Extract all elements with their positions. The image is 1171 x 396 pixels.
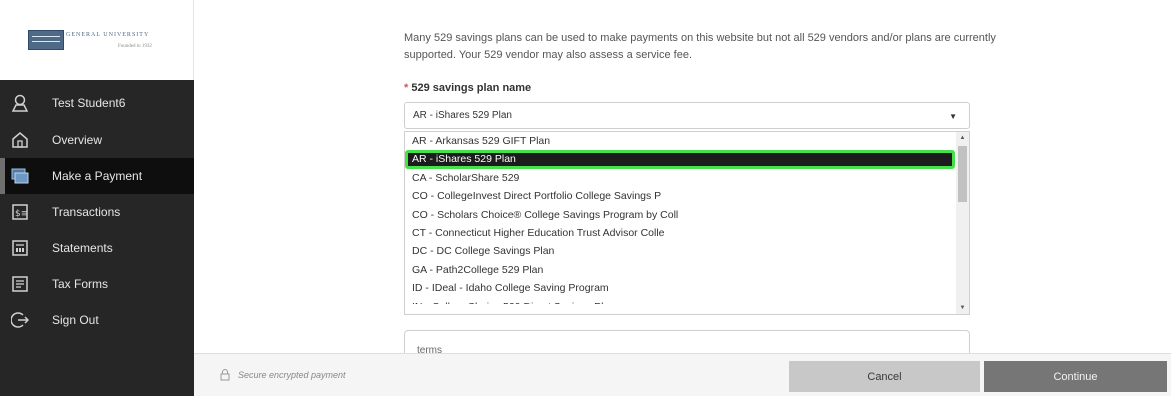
- tax-forms-icon: [10, 274, 30, 294]
- university-crest-icon: [28, 30, 64, 50]
- plan-name-select[interactable]: AR - iShares 529 Plan ▼: [404, 102, 970, 129]
- plan-option[interactable]: CA - ScholarShare 529: [405, 169, 969, 187]
- plan-option[interactable]: ID - IDeal - Idaho College Saving Progra…: [405, 279, 969, 297]
- plan-option[interactable]: CO - Scholars Choice® College Savings Pr…: [405, 206, 969, 224]
- sign-out-icon: [10, 310, 30, 330]
- continue-button[interactable]: Continue: [984, 361, 1167, 392]
- secure-payment-text: Secure encrypted payment: [238, 370, 346, 380]
- user-icon: [10, 93, 30, 113]
- plan-option[interactable]: IN - CollegeChoice 529 Direct Savings Pl…: [405, 298, 969, 304]
- logo-subtitle: Founded in 1932: [118, 44, 152, 49]
- scroll-up-arrow-icon[interactable]: ▲: [956, 132, 969, 144]
- plan-option[interactable]: CO - CollegeInvest Direct Portfolio Coll…: [405, 187, 969, 205]
- statements-icon: [10, 238, 30, 258]
- plan-select-value: AR - iShares 529 Plan: [413, 110, 512, 121]
- dollar-document-icon: $≡: [10, 202, 30, 222]
- required-asterisk: *: [404, 82, 409, 94]
- cancel-button[interactable]: Cancel: [789, 361, 980, 392]
- sidebar-item-label: Transactions: [52, 205, 121, 219]
- sidebar-item-make-a-payment[interactable]: Make a Payment: [0, 158, 194, 194]
- scrollbar-thumb[interactable]: [958, 146, 967, 202]
- footer-bar: Secure encrypted payment Cancel Continue: [194, 353, 1171, 396]
- logo-title: GENERAL UNIVERSITY: [66, 32, 150, 38]
- intro-text: Many 529 savings plans can be used to ma…: [404, 32, 996, 61]
- sidebar-item-sign-out[interactable]: Sign Out: [0, 302, 194, 338]
- plan-option[interactable]: CT - Connecticut Higher Education Trust …: [405, 224, 969, 242]
- plan-option[interactable]: AR - Arkansas 529 GIFT Plan: [405, 132, 969, 150]
- plan-options-list[interactable]: AR - Arkansas 529 GIFT Plan AR - iShares…: [404, 131, 970, 315]
- sidebar-item-tax-forms[interactable]: Tax Forms: [0, 266, 194, 302]
- secure-payment-note: Secure encrypted payment: [220, 369, 346, 381]
- payment-icon: [10, 166, 30, 186]
- sidebar-item-label: Overview: [52, 133, 103, 147]
- sidebar-item-label: Tax Forms: [52, 277, 109, 291]
- sidebar-user-name: Test Student6: [52, 96, 126, 110]
- sidebar-item-label: Statements: [52, 241, 113, 255]
- svg-text:$≡: $≡: [15, 209, 28, 219]
- plan-option[interactable]: GA - Path2College 529 Plan: [405, 261, 969, 279]
- chevron-down-icon: ▼: [949, 112, 957, 121]
- lock-icon: [220, 369, 230, 381]
- main-content: Many 529 savings plans can be used to ma…: [194, 0, 1171, 370]
- sidebar-nav: Test Student6 Overview Make a Payment $≡…: [0, 86, 194, 338]
- sidebar: GENERAL UNIVERSITY Founded in 1932 Test …: [0, 0, 194, 396]
- home-icon: [10, 130, 30, 150]
- sidebar-item-overview[interactable]: Overview: [0, 122, 194, 158]
- university-logo[interactable]: GENERAL UNIVERSITY Founded in 1932: [0, 0, 194, 80]
- scroll-down-arrow-icon[interactable]: ▼: [956, 302, 969, 314]
- sidebar-item-label: Make a Payment: [52, 169, 143, 183]
- sidebar-item-profile[interactable]: Test Student6: [0, 86, 194, 120]
- plan-option[interactable]: DC - DC College Savings Plan: [405, 242, 969, 260]
- dropdown-scrollbar[interactable]: ▲ ▼: [956, 132, 969, 314]
- sidebar-item-label: Sign Out: [52, 313, 99, 327]
- sidebar-item-statements[interactable]: Statements: [0, 230, 194, 266]
- plan-name-label: * 529 savings plan name: [404, 82, 531, 94]
- sidebar-item-transactions[interactable]: $≡ Transactions: [0, 194, 194, 230]
- plan-option-selected[interactable]: AR - iShares 529 Plan: [405, 150, 955, 169]
- plan-name-label-text: 529 savings plan name: [411, 82, 532, 94]
